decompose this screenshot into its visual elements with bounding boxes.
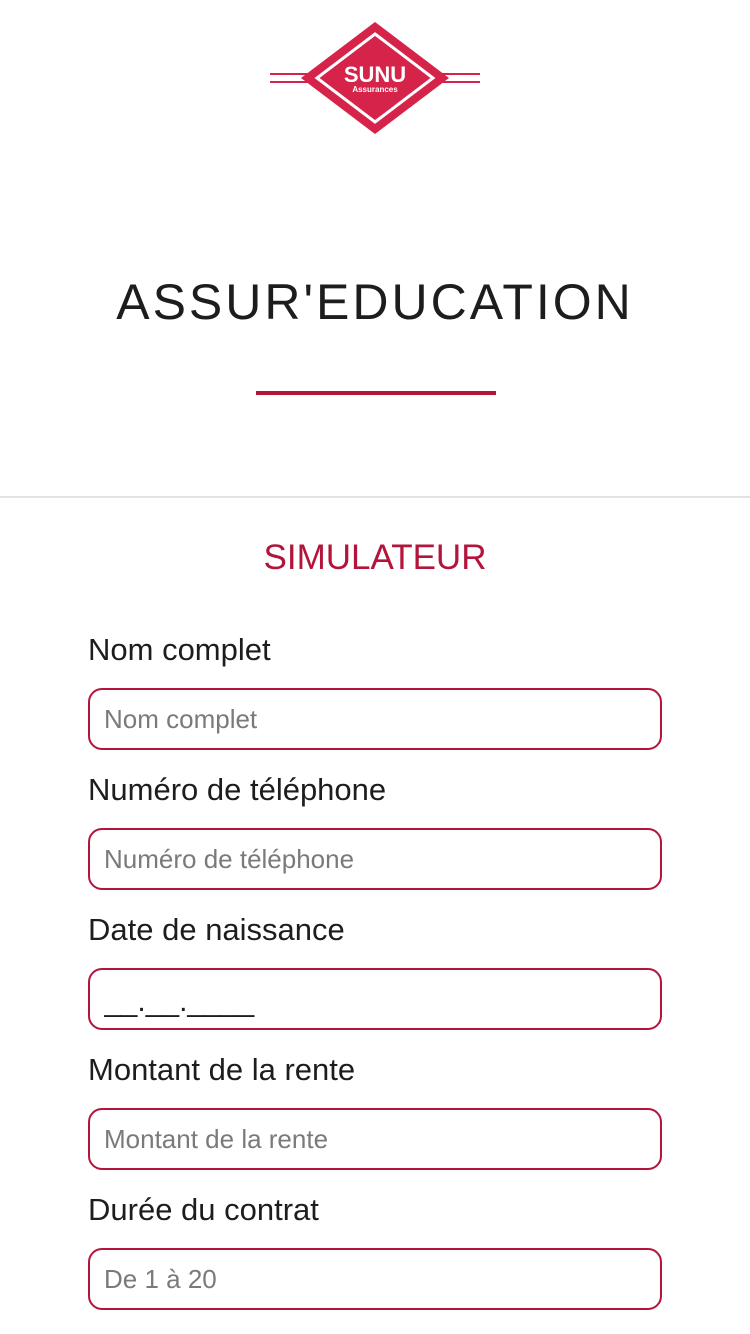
logo-subtitle: Assurances (352, 85, 398, 94)
section-divider (0, 496, 750, 498)
birth-date-label: Date de naissance (88, 912, 345, 947)
annuity-amount-label: Montant de la rente (88, 1052, 356, 1087)
logo-name: SUNU (344, 62, 406, 87)
full-name-label: Nom complet (88, 632, 271, 667)
contract-duration-label: Durée du contrat (88, 1192, 319, 1227)
full-name-input[interactable] (88, 688, 662, 750)
phone-label: Numéro de téléphone (88, 772, 387, 807)
title-underline (256, 391, 496, 395)
section-title: SIMULATEUR (263, 538, 487, 577)
page: SUNU Assurances ASSUR'EDUCATION SIMULATE… (0, 0, 750, 1334)
page-title: ASSUR'EDUCATION (116, 274, 634, 330)
annuity-amount-input[interactable] (88, 1108, 662, 1170)
contract-duration-input[interactable] (88, 1248, 662, 1310)
birth-date-input[interactable] (88, 968, 662, 1030)
sunu-logo: SUNU Assurances (270, 22, 480, 134)
phone-input[interactable] (88, 828, 662, 890)
